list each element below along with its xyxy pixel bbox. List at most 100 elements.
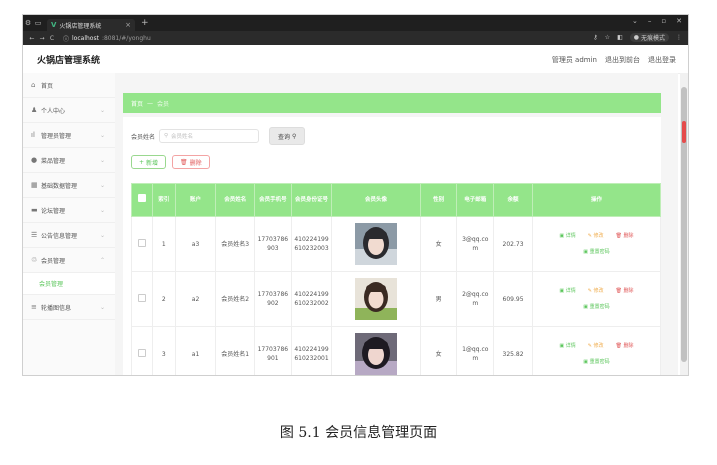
browser-menu-icon[interactable]: ⚙	[23, 19, 33, 27]
url-field[interactable]: ⓘ localhost:8081/#/yonghu	[63, 34, 151, 43]
new-tab-icon[interactable]: +	[141, 18, 149, 28]
row-delete-button[interactable]: 🗑 删除	[616, 342, 634, 351]
select-all-checkbox[interactable]	[137, 194, 146, 202]
browser-tab[interactable]: V 火锅店管理系统 ×	[47, 19, 135, 31]
scrollbar-marker	[682, 121, 686, 143]
view-button[interactable]: ▣ 详情	[559, 287, 575, 296]
to-front-link[interactable]: 退出到前台	[605, 55, 640, 65]
edit-button[interactable]: ✎ 修改	[588, 342, 604, 351]
search-input[interactable]: ⚲ 会员姓名	[159, 129, 260, 143]
sidepanel-icon[interactable]: ◧	[617, 34, 623, 41]
row-checkbox[interactable]	[137, 348, 146, 357]
action-buttons: + 新增 🗑 删除	[131, 155, 210, 169]
cell-account: a3	[174, 216, 217, 272]
sidebar-item-home[interactable]: ⌂ 首页	[23, 73, 115, 98]
view-label: 详情	[565, 287, 576, 294]
edit-label: 修改	[593, 287, 604, 294]
table-header: 会员头像	[331, 183, 421, 217]
home-icon: ⌂	[31, 81, 36, 89]
cell-index: 1	[151, 216, 176, 272]
member-avatar	[355, 278, 398, 320]
row-select[interactable]	[131, 271, 153, 327]
table-row: 3 a1 会员姓名1 17703786901 41022419961023200…	[131, 326, 662, 375]
breadcrumb-home[interactable]: 首页	[131, 99, 143, 108]
cell-ops: ▣ 详情 ✎ 修改 🗑 删除 ▣ 重置密码	[531, 271, 662, 327]
sidebar-item-profile[interactable]: ♟ 个人中心 ⌄	[23, 98, 115, 123]
view-button[interactable]: ▣ 详情	[559, 342, 575, 351]
list-icon: ≡	[31, 303, 37, 311]
tab-close-icon[interactable]: ×	[125, 21, 131, 29]
reset-label: 重置密码	[589, 303, 610, 310]
edit-button[interactable]: ✎ 修改	[588, 287, 604, 296]
query-button[interactable]: 查询 ⚲	[269, 127, 306, 145]
table-header: 性别	[419, 183, 458, 217]
incognito-badge[interactable]: ● 无痕模式	[629, 33, 669, 42]
cell-balance: 325.82	[493, 326, 533, 375]
sidebar-item-label: 论坛管理	[41, 207, 66, 215]
add-button[interactable]: + 新增	[131, 155, 167, 169]
sidebar-item-label: 菜品管理	[41, 157, 66, 165]
sidebar-item-label: 公告信息管理	[41, 232, 78, 240]
sidebar-item-notices[interactable]: ☰ 公告信息管理 ⌄	[23, 223, 115, 248]
trash-icon: 🗑	[180, 158, 188, 166]
row-delete-button[interactable]: 🗑 删除	[616, 232, 634, 241]
row-select[interactable]	[131, 216, 153, 272]
close-window-icon[interactable]: ✕	[676, 17, 682, 25]
cell-ops: ▣ 详情 ✎ 修改 🗑 删除 ▣ 重置密码	[531, 326, 662, 375]
view-label: 详情	[565, 342, 576, 349]
tab-search-icon[interactable]: ▭	[33, 19, 43, 27]
reset-password-button[interactable]: ▣ 重置密码	[583, 303, 609, 312]
edit-button[interactable]: ✎ 修改	[588, 232, 604, 241]
view-button[interactable]: ▣ 详情	[559, 232, 575, 241]
page-scrollbar[interactable]	[680, 73, 688, 375]
delete-label: 删除	[623, 287, 634, 294]
search-placeholder: 会员姓名	[171, 134, 194, 140]
search-icon: ⚲	[292, 132, 297, 140]
app-title: 火锅店管理系统	[37, 56, 101, 66]
sidebar-subitem-members[interactable]: 会员管理	[23, 273, 115, 295]
table-row: 1 a3 会员姓名3 17703786903 41022419961023200…	[131, 216, 662, 272]
maximize-icon[interactable]: ▫	[661, 17, 666, 25]
forward-icon[interactable]: →	[37, 35, 47, 42]
logout-link[interactable]: 退出登录	[648, 55, 676, 65]
reset-label: 重置密码	[589, 358, 610, 365]
reset-password-button[interactable]: ▣ 重置密码	[583, 248, 609, 257]
delete-button[interactable]: 🗑 删除	[172, 155, 210, 169]
row-delete-button[interactable]: 🗑 删除	[616, 287, 634, 296]
sidebar-item-dishes[interactable]: ● 菜品管理 ⌄	[23, 148, 115, 173]
sidebar-item-admins[interactable]: ıl 管理员管理 ⌄	[23, 123, 115, 148]
header-select-all[interactable]	[131, 183, 153, 217]
browser-toolbar: ⚷ ☆ ◧ ● 无痕模式 ⋮	[593, 33, 682, 42]
row-checkbox[interactable]	[137, 238, 146, 247]
cell-email: 1@qq.com	[456, 326, 495, 375]
address-bar: ← → C ⓘ localhost:8081/#/yonghu ⚷ ☆ ◧ ● 无…	[23, 31, 688, 45]
sidebar-item-basedata[interactable]: ▦ 基础数据管理 ⌄	[23, 173, 115, 198]
star-icon[interactable]: ☆	[605, 34, 610, 41]
reset-password-button[interactable]: ▣ 重置密码	[583, 358, 609, 367]
row-ops: ▣ 详情 ✎ 修改 🗑 删除 ▣ 重置密码	[535, 287, 658, 312]
sidebar-item-forum[interactable]: ▬ 论坛管理 ⌄	[23, 198, 115, 223]
chevron-down-icon: ⌄	[99, 231, 105, 239]
ops-line: ▣ 详情 ✎ 修改 🗑 删除	[559, 232, 633, 241]
sidebar-item-label: 轮播图信息	[41, 304, 72, 312]
header-actions: 管理员 admin 退出到前台 退出登录	[552, 55, 676, 65]
chevron-down-icon: ⌄	[99, 181, 105, 189]
key-icon[interactable]: ⚷	[593, 34, 597, 41]
reload-icon[interactable]: C	[47, 35, 57, 42]
table-header: 会员身份证号	[290, 183, 333, 217]
browser-tab-title: 火锅店管理系统	[59, 22, 102, 30]
row-checkbox[interactable]	[137, 293, 146, 302]
minimize-icon[interactable]: –	[648, 17, 652, 25]
more-icon[interactable]: ⋮	[676, 34, 682, 41]
info-icon[interactable]: ⓘ	[63, 34, 69, 43]
breadcrumb-separator: —	[147, 99, 154, 107]
sidebar-item-label: 首页	[41, 82, 54, 90]
sidebar-item-label: 基础数据管理	[41, 182, 78, 190]
sidebar-item-carousel[interactable]: ≡ 轮播图信息 ⌄	[23, 295, 115, 320]
sidebar-item-members[interactable]: ♲ 会员管理 ⌃	[23, 248, 115, 273]
cell-phone: 17703786902	[254, 271, 292, 327]
chevron-down-icon[interactable]: ⌄	[632, 17, 638, 25]
row-select[interactable]	[131, 326, 153, 375]
cell-idcard: 410224199610232002	[290, 271, 333, 327]
back-icon[interactable]: ←	[27, 35, 37, 42]
